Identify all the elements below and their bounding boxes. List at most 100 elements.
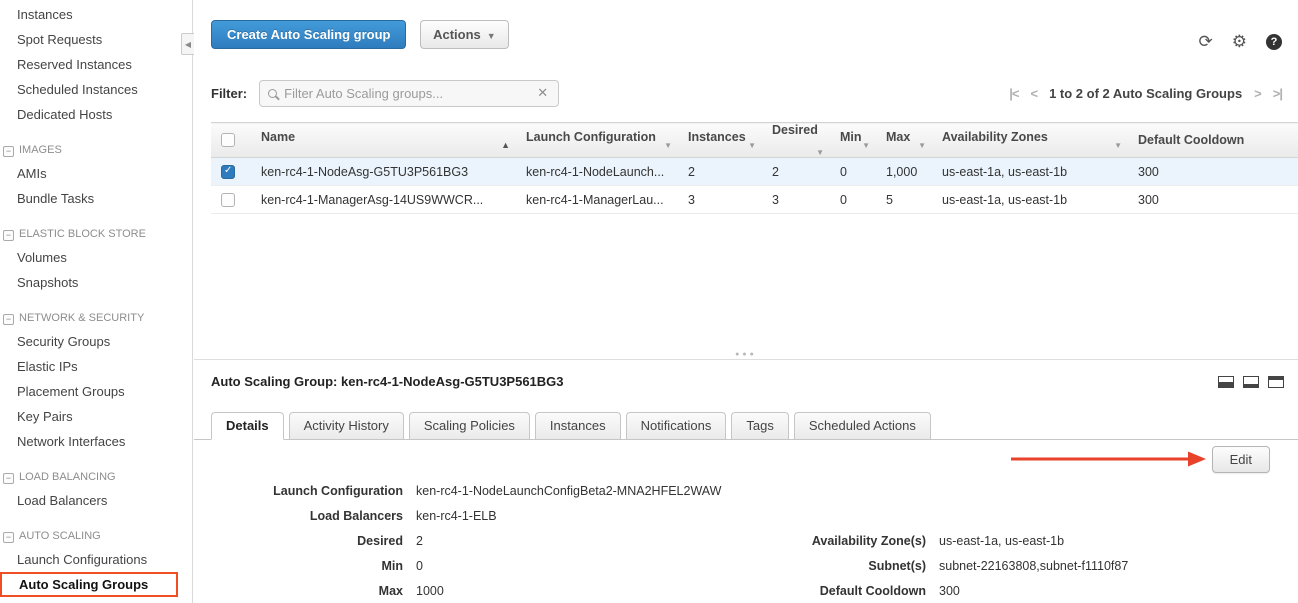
pagination-last-icon[interactable]: >|	[1273, 86, 1282, 101]
sidebar-section-elastic-block-store[interactable]: −ELASTIC BLOCK STORE	[0, 223, 192, 245]
sidebar-item-reserved-instances[interactable]: Reserved Instances	[0, 52, 192, 77]
table-row[interactable]: ken-rc4-1-ManagerAsg-14US9WWCR... ken-rc…	[211, 186, 1298, 214]
column-header-desired[interactable]: Desired ▼	[762, 123, 830, 158]
sidebar-item-placement-groups[interactable]: Placement Groups	[0, 379, 192, 404]
column-filter-icon[interactable]: ▼	[748, 141, 756, 150]
sidebar-item-dedicated-hosts[interactable]: Dedicated Hosts	[0, 102, 192, 127]
actions-label: Actions	[433, 27, 481, 42]
filter-input[interactable]	[284, 86, 535, 101]
clear-filter-icon[interactable]: ✕	[535, 85, 550, 101]
gear-icon[interactable]: ⚙	[1232, 32, 1247, 52]
sidebar-item-amis[interactable]: AMIs	[0, 161, 192, 186]
row-select-cell[interactable]	[211, 186, 251, 214]
cell-max[interactable]: 5	[876, 186, 932, 214]
cell-min[interactable]: 0	[830, 158, 876, 186]
sidebar-item-load-balancers[interactable]: Load Balancers	[0, 488, 192, 513]
field-label-load-balancers: Load Balancers	[211, 509, 403, 523]
column-label: Availability Zones	[942, 130, 1048, 144]
sidebar-item-spot-requests[interactable]: Spot Requests	[0, 27, 192, 52]
field-value-subnets: subnet-22163808,subnet-f1110f87	[939, 559, 1128, 573]
column-header-instances[interactable]: Instances▼	[678, 123, 762, 158]
sidebar-item-bundle-tasks[interactable]: Bundle Tasks	[0, 186, 192, 211]
sidebar-item-network-interfaces[interactable]: Network Interfaces	[0, 429, 192, 454]
cell-min[interactable]: 0	[830, 186, 876, 214]
tab-notifications[interactable]: Notifications	[626, 412, 727, 440]
column-header-default-cooldown[interactable]: Default Cooldown	[1128, 123, 1298, 158]
pagination-first-icon[interactable]: |<	[1009, 86, 1018, 101]
column-filter-icon[interactable]: ▼	[1114, 141, 1122, 150]
cell-name[interactable]: ken-rc4-1-NodeAsg-G5TU3P561BG3	[251, 158, 516, 186]
row-checkbox[interactable]	[221, 193, 235, 207]
refresh-icon[interactable]: ⟳	[1199, 32, 1213, 52]
column-filter-icon[interactable]: ▼	[664, 141, 672, 150]
sidebar-item-elastic-ips[interactable]: Elastic IPs	[0, 354, 192, 379]
sidebar-item-key-pairs[interactable]: Key Pairs	[0, 404, 192, 429]
cell-instances[interactable]: 3	[678, 186, 762, 214]
split-pane-icon[interactable]	[1218, 376, 1234, 388]
cell-default-cooldown[interactable]: 300	[1128, 158, 1298, 186]
details-header: Auto Scaling Group: ken-rc4-1-NodeAsg-G5…	[194, 374, 1298, 394]
cell-launch-configuration[interactable]: ken-rc4-1-ManagerLau...	[516, 186, 678, 214]
cell-desired[interactable]: 2	[762, 158, 830, 186]
filter-search-box[interactable]: ✕	[259, 80, 559, 107]
tab-tags[interactable]: Tags	[731, 412, 788, 440]
sidebar-section-images[interactable]: −IMAGES	[0, 139, 192, 161]
sidebar-section-auto-scaling[interactable]: −AUTO SCALING	[0, 525, 192, 547]
tab-instances[interactable]: Instances	[535, 412, 621, 440]
column-label: Desired	[772, 123, 818, 137]
cell-instances[interactable]: 2	[678, 158, 762, 186]
cell-max[interactable]: 1,000	[876, 158, 932, 186]
sidebar-item-instances[interactable]: Instances	[0, 2, 192, 27]
sidebar-section-load-balancing[interactable]: −LOAD BALANCING	[0, 466, 192, 488]
column-filter-icon[interactable]: ▼	[862, 141, 870, 150]
help-icon[interactable]: ?	[1266, 34, 1282, 50]
field-value-availability-zones: us-east-1a, us-east-1b	[939, 534, 1064, 548]
column-header-launch-configuration[interactable]: Launch Configuration▼	[516, 123, 678, 158]
column-filter-icon[interactable]: ▼	[918, 141, 926, 150]
sidebar-item-security-groups[interactable]: Security Groups	[0, 329, 192, 354]
cell-availability-zones[interactable]: us-east-1a, us-east-1b	[932, 186, 1128, 214]
table-row[interactable]: ken-rc4-1-NodeAsg-G5TU3P561BG3 ken-rc4-1…	[211, 158, 1298, 186]
collapse-minus-icon: −	[3, 532, 14, 543]
edit-button[interactable]: Edit	[1212, 446, 1270, 473]
sidebar-section-network-security[interactable]: −NETWORK & SECURITY	[0, 307, 192, 329]
pane-layout-icons	[1218, 376, 1284, 388]
row-select-cell[interactable]	[211, 158, 251, 186]
sidebar-collapse-arrow-icon[interactable]: ◀	[181, 33, 194, 55]
column-header-max[interactable]: Max▼	[876, 123, 932, 158]
cell-availability-zones[interactable]: us-east-1a, us-east-1b	[932, 158, 1128, 186]
pagination: |< < 1 to 2 of 2 Auto Scaling Groups > >…	[1009, 78, 1282, 108]
bottom-pane-icon[interactable]	[1243, 376, 1259, 388]
panel-splitter[interactable]: ●●●	[194, 359, 1298, 360]
create-auto-scaling-group-button[interactable]: Create Auto Scaling group	[211, 20, 406, 49]
full-pane-icon[interactable]	[1268, 376, 1284, 388]
cell-name[interactable]: ken-rc4-1-ManagerAsg-14US9WWCR...	[251, 186, 516, 214]
tab-details[interactable]: Details	[211, 412, 284, 440]
tab-activity-history[interactable]: Activity History	[289, 412, 404, 440]
sidebar-item-launch-configurations[interactable]: Launch Configurations	[0, 547, 192, 572]
row-checkbox-checked[interactable]	[221, 165, 235, 179]
tab-scheduled-actions[interactable]: Scheduled Actions	[794, 412, 931, 440]
column-header-min[interactable]: Min▼	[830, 123, 876, 158]
column-filter-icon[interactable]: ▼	[816, 148, 824, 157]
cell-launch-configuration[interactable]: ken-rc4-1-NodeLaunch...	[516, 158, 678, 186]
pagination-next-icon[interactable]: >	[1254, 86, 1261, 101]
sidebar-item-scheduled-instances[interactable]: Scheduled Instances	[0, 77, 192, 102]
sidebar-item-snapshots[interactable]: Snapshots	[0, 270, 192, 295]
column-header-availability-zones[interactable]: Availability Zones ▼	[932, 123, 1128, 158]
column-header-name[interactable]: Name▲	[251, 123, 516, 158]
sidebar-item-volumes[interactable]: Volumes	[0, 245, 192, 270]
splitter-grip-icon[interactable]: ●●●	[727, 351, 765, 358]
column-label: Min	[840, 130, 862, 144]
pagination-prev-icon[interactable]: <	[1030, 86, 1037, 101]
sidebar-item-auto-scaling-groups[interactable]: Auto Scaling Groups	[0, 572, 178, 597]
select-all-header[interactable]	[211, 123, 251, 158]
field-label-max: Max	[211, 584, 403, 598]
actions-button[interactable]: Actions▼	[420, 20, 509, 49]
section-label: AUTO SCALING	[19, 530, 101, 542]
cell-default-cooldown[interactable]: 300	[1128, 186, 1298, 214]
tab-scaling-policies[interactable]: Scaling Policies	[409, 412, 530, 440]
column-label: Name	[261, 130, 295, 144]
select-all-checkbox[interactable]	[221, 133, 235, 147]
cell-desired[interactable]: 3	[762, 186, 830, 214]
